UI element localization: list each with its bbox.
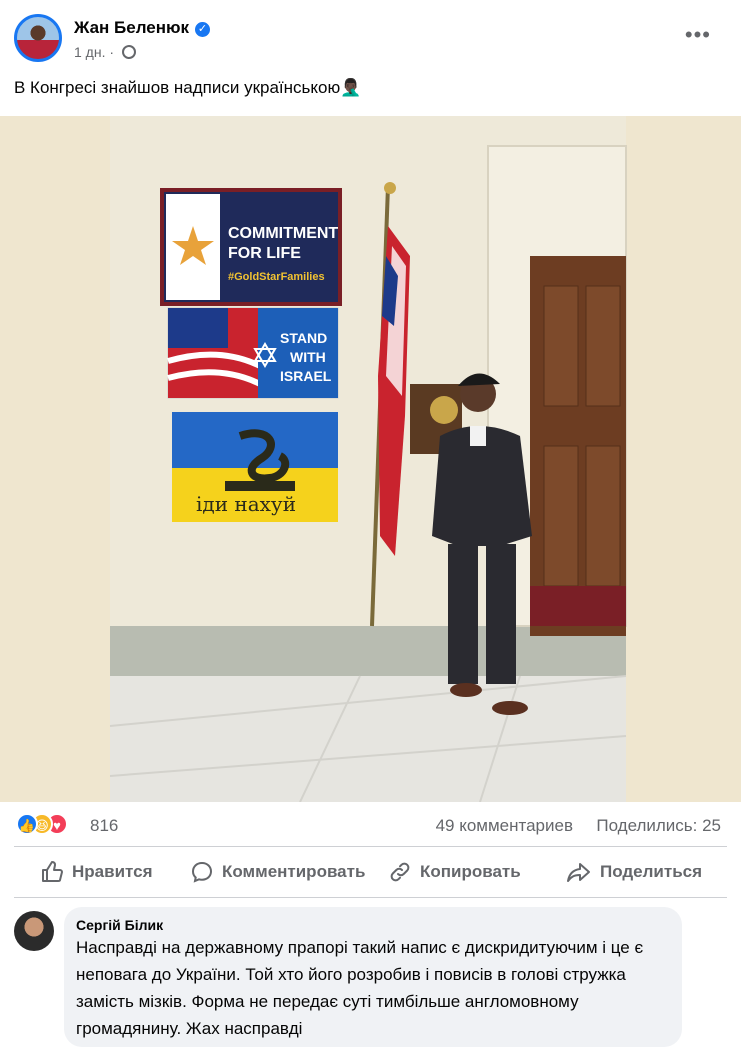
divider [14,846,727,847]
reactions-count[interactable]: 816 [90,816,118,836]
post-header: Жан Беленюк ✓ 1 дн. · ••• [0,0,741,70]
like-label: Нравится [72,862,153,881]
comment-label: Комментировать [222,862,366,881]
reactions-bar: 👍😆 ♥ 816 49 комментариев Поделились: 25 [0,805,741,845]
photo-illustration: COMMITMENT FOR LIFE #GoldStarFamilies ST… [0,116,741,802]
verified-badge-icon: ✓ [195,22,211,37]
sign1-line1: COMMITMENT [228,225,338,242]
post-card: Жан Беленюк ✓ 1 дн. · ••• В Конгресі знай… [0,0,741,1054]
post-meta: 1 дн. · [74,44,136,60]
author-avatar[interactable] [14,14,62,62]
sign2-line2: WITH [290,349,326,365]
share-label: Поделиться [600,862,703,881]
thumbs-up-icon [42,861,63,882]
sign2-line1: STAND [280,330,327,346]
commenter-name[interactable]: Сергій Білик [76,917,670,933]
divider [14,897,727,898]
shares-count[interactable]: Поделились: 25 [596,816,721,836]
separator: · [109,44,118,60]
like-reaction-icon: 👍 [16,813,38,835]
sign1-hashtag: #GoldStarFamilies [228,271,325,283]
globe-icon [121,45,136,59]
copy-button[interactable]: Копировать [388,856,521,888]
sign3-text: іди нахуй [196,492,296,516]
more-options-icon[interactable]: ••• [685,22,711,48]
post-time[interactable]: 1 дн. [74,44,105,60]
copy-label: Копировать [420,862,521,881]
comment-bubble-icon [191,861,213,883]
like-button[interactable]: Нравится [40,856,153,888]
comment-button[interactable]: Комментировать [190,856,365,888]
link-icon [390,862,410,882]
comments-count[interactable]: 49 комментариев [436,816,573,836]
sign2-line3: ISRAEL [280,368,332,384]
comment-item: Сергій Білик Насправді на державному пра… [0,905,741,1054]
post-photo[interactable]: COMMITMENT FOR LIFE #GoldStarFamilies ST… [0,116,741,802]
author-name-row: Жан Беленюк ✓ [74,18,211,38]
sign1-line2: FOR LIFE [228,245,301,262]
share-arrow-icon [567,863,590,882]
author-name[interactable]: Жан Беленюк [74,18,189,37]
action-bar: Нравится Комментировать Копировать Подел… [0,848,741,896]
reaction-icons[interactable]: 👍😆 ♥ [16,813,68,835]
commenter-avatar[interactable] [14,911,54,951]
share-button[interactable]: Поделиться [566,856,702,888]
comment-text: Насправді на державному прапорі такий на… [76,938,644,1038]
post-text: В Конгресі знайшов надписи українською🤦🏿… [14,78,362,97]
comment-bubble: Сергій Білик Насправді на державному пра… [64,907,682,1047]
